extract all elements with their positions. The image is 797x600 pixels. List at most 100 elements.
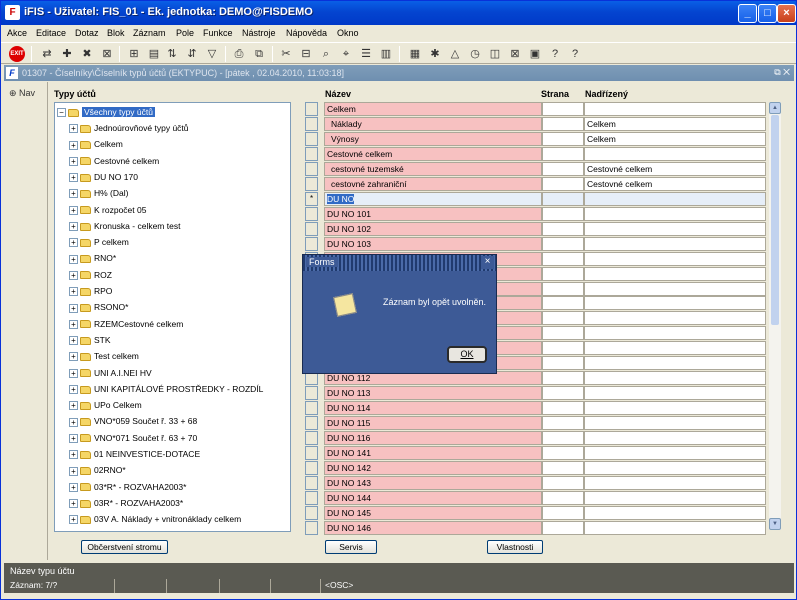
expand-icon[interactable]: + — [69, 254, 78, 264]
expand-icon[interactable]: + — [69, 270, 78, 280]
cell-strana[interactable] — [542, 446, 584, 461]
tree-item[interactable]: + RZEMCestovné celkem — [69, 316, 183, 332]
grid-scroll-thumb[interactable] — [771, 115, 779, 325]
record-marker[interactable] — [305, 116, 318, 131]
inner-window-controls[interactable]: ⧉ ✕ — [774, 67, 790, 78]
cell-strana[interactable] — [542, 311, 584, 326]
menu-dotaz[interactable]: Dotaz — [75, 28, 99, 38]
exit-icon[interactable]: EXIT — [9, 46, 25, 62]
cell-strana[interactable] — [542, 326, 584, 341]
cell-strana[interactable] — [542, 251, 584, 266]
expand-icon[interactable]: + — [69, 303, 78, 313]
servis-button[interactable]: Servis — [325, 540, 377, 554]
record-marker[interactable] — [305, 476, 318, 490]
cell-parent[interactable] — [584, 490, 766, 505]
cell-strana[interactable] — [542, 131, 584, 146]
cell-strana[interactable] — [542, 476, 584, 490]
tree-item[interactable]: + H% (Dal) — [69, 185, 128, 201]
cell-name[interactable]: cestovné tuzemské — [324, 161, 542, 176]
cell-strana[interactable] — [542, 191, 584, 206]
cell-strana[interactable] — [542, 206, 584, 221]
print-icon[interactable]: ⎙ — [230, 45, 248, 63]
window-titlebar[interactable]: F iFIS - Uživatel: FIS_01 - Ek. jednotka… — [1, 1, 796, 25]
cell-parent[interactable] — [584, 311, 766, 326]
scroll-up-icon[interactable]: ▲ — [769, 102, 781, 114]
tree-item[interactable]: + Celkem — [69, 136, 123, 152]
insert-record-icon[interactable]: ✚ — [58, 45, 76, 63]
record-marker[interactable] — [305, 236, 318, 251]
expand-icon[interactable]: + — [69, 124, 78, 134]
close-button[interactable]: × — [777, 4, 796, 23]
menu-okno[interactable]: Okno — [337, 28, 359, 38]
expand-icon[interactable]: + — [69, 466, 78, 476]
menu-nastroje[interactable]: Nástroje — [242, 28, 276, 38]
cell-strana[interactable] — [542, 281, 584, 296]
maximize-button[interactable]: □ — [758, 4, 777, 23]
tree-item[interactable]: + UPo Celkem — [69, 397, 142, 413]
refresh-tree-button[interactable]: Občerstvení stromu — [81, 540, 168, 554]
record-marker[interactable]: * — [305, 191, 318, 206]
cell-parent[interactable] — [584, 505, 766, 520]
columns-icon[interactable]: ▥ — [377, 45, 395, 63]
tree-item[interactable]: + ROZ — [69, 267, 112, 283]
record-marker[interactable] — [305, 176, 318, 191]
tree-item[interactable]: + RSONO* — [69, 299, 128, 315]
tree-item[interactable]: + UNI A.I.NEI HV — [69, 365, 152, 381]
record-marker[interactable] — [305, 446, 318, 461]
cell-strana[interactable] — [542, 116, 584, 131]
cell-parent[interactable] — [584, 281, 766, 296]
cell-parent[interactable] — [584, 461, 766, 476]
calculator-icon[interactable]: ▦ — [406, 45, 424, 63]
tree-item[interactable]: +02RNO* — [69, 462, 126, 478]
menu-blok[interactable]: Blok — [107, 28, 125, 38]
menu-zaznam[interactable]: Záznam — [133, 28, 166, 38]
cell-strana[interactable] — [542, 221, 584, 236]
warning-icon[interactable]: △ — [446, 45, 464, 63]
cell-parent[interactable]: Cestovné celkem — [584, 176, 766, 191]
cell-parent[interactable]: Celkem — [584, 131, 766, 146]
expand-icon[interactable]: + — [69, 401, 78, 411]
tree-item[interactable]: + Cestovné celkem — [69, 153, 159, 169]
sort-ascending-icon[interactable]: ⇅ — [163, 45, 181, 63]
cell-parent[interactable] — [584, 476, 766, 490]
cell-name[interactable]: cestovné zahraniční — [324, 176, 542, 191]
cell-name[interactable]: DU NO 101 — [324, 206, 542, 221]
expand-icon[interactable]: + — [69, 222, 78, 232]
cell-parent[interactable]: Celkem — [584, 116, 766, 131]
tree-item[interactable]: +01 NEINVESTICE-DOTACE — [69, 446, 200, 462]
cell-parent[interactable] — [584, 236, 766, 251]
cell-parent[interactable] — [584, 356, 766, 371]
scroll-down-icon[interactable]: ▼ — [769, 518, 781, 530]
minimize-button[interactable]: _ — [738, 4, 757, 23]
cell-name[interactable]: DU NO 103 — [324, 236, 542, 251]
save-icon[interactable]: ⇄ — [38, 45, 56, 63]
cell-strana[interactable] — [542, 176, 584, 191]
expand-icon[interactable]: + — [69, 482, 78, 492]
excel-icon[interactable]: ⊠ — [506, 45, 524, 63]
nav-toggle[interactable]: ⊕ Nav — [9, 88, 35, 99]
cell-strana[interactable] — [542, 236, 584, 251]
expand-icon[interactable]: + — [69, 352, 78, 362]
lock-record-icon[interactable]: ⊠ — [98, 45, 116, 63]
cell-name[interactable]: DU NO 102 — [324, 221, 542, 236]
cell-parent[interactable] — [584, 296, 766, 311]
cut-icon[interactable]: ✂ — [277, 45, 295, 63]
cell-name[interactable]: Náklady — [324, 116, 542, 131]
cell-strana[interactable] — [542, 161, 584, 176]
clock-icon[interactable]: ◷ — [466, 45, 484, 63]
cell-parent[interactable] — [584, 221, 766, 236]
tree-item[interactable]: +03*R* - ROZVAHA2003* — [69, 479, 186, 495]
expand-icon[interactable]: + — [69, 450, 78, 460]
expand-icon[interactable]: + — [69, 287, 78, 297]
cell-name[interactable]: DU NO 114 — [324, 401, 542, 416]
cell-parent[interactable] — [584, 251, 766, 266]
cell-strana[interactable] — [542, 146, 584, 161]
record-marker[interactable] — [305, 490, 318, 505]
expand-icon[interactable]: + — [69, 433, 78, 443]
copy-icon[interactable]: ⧉ — [250, 45, 268, 63]
cell-strana[interactable] — [542, 401, 584, 416]
record-marker[interactable] — [305, 102, 318, 116]
cell-name[interactable]: DU NO — [324, 191, 542, 206]
menu-napoveda[interactable]: Nápověda — [286, 28, 327, 38]
record-marker[interactable] — [305, 505, 318, 520]
